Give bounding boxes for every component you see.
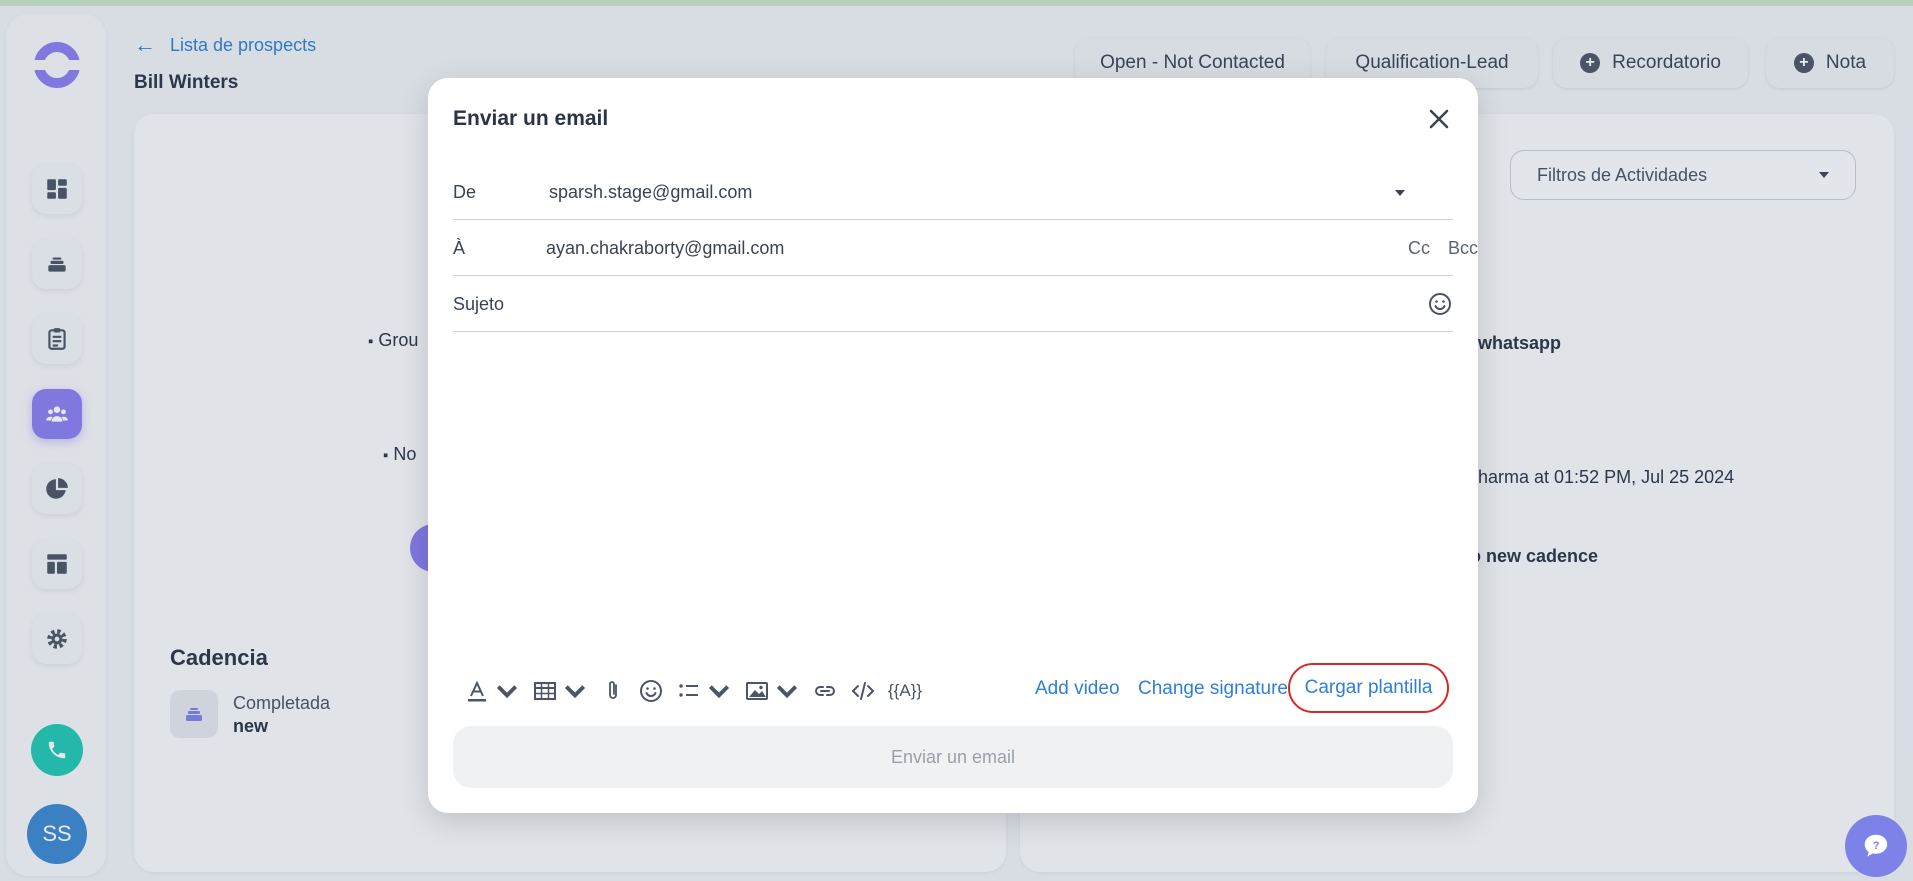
load-template-button[interactable]: Cargar plantilla <box>1288 663 1449 713</box>
subject-label: Sujeto <box>453 294 505 314</box>
load-template-label: Cargar plantilla <box>1304 677 1433 698</box>
close-icon[interactable] <box>1424 104 1454 134</box>
to-label: À <box>453 238 466 258</box>
chevron-down-icon <box>708 685 730 699</box>
list-button[interactable] <box>676 678 732 704</box>
text-color-button[interactable] <box>464 678 520 704</box>
caret-down-icon[interactable] <box>1395 190 1405 196</box>
chevron-down-icon <box>776 685 798 699</box>
from-select[interactable]: sparsh.stage@gmail.com <box>549 182 752 203</box>
attachment-button[interactable] <box>600 678 626 704</box>
table-icon <box>534 682 556 700</box>
help-chat-button[interactable]: ? <box>1845 815 1907 877</box>
help-icon: ? <box>1864 834 1888 857</box>
code-icon <box>851 682 875 700</box>
bulleted-list-icon <box>679 684 698 697</box>
link-icon <box>815 686 835 696</box>
email-body-editor[interactable] <box>453 338 1453 658</box>
send-email-button[interactable]: Enviar un email <box>453 726 1453 788</box>
variables-button[interactable]: {{A}} <box>888 681 922 701</box>
image-icon <box>746 682 768 700</box>
subject-input[interactable] <box>546 294 1326 316</box>
table-button[interactable] <box>532 678 588 704</box>
editor-toolbar: {{A}} <box>464 673 934 709</box>
subject-row: Sujeto <box>453 276 1453 332</box>
send-email-modal: Enviar un email De sparsh.stage@gmail.co… <box>428 78 1478 813</box>
change-signature-button[interactable]: Change signature <box>1138 678 1288 700</box>
text-color-icon <box>468 680 486 702</box>
cc-button[interactable]: Cc <box>1408 238 1430 259</box>
link-button[interactable] <box>812 678 838 704</box>
bcc-button[interactable]: Bcc <box>1448 238 1478 259</box>
emoji-icon <box>640 680 662 702</box>
emoji-button[interactable] <box>638 678 664 704</box>
paperclip-icon <box>609 681 617 699</box>
from-label: De <box>453 182 477 202</box>
send-email-label: Enviar un email <box>890 746 1016 767</box>
from-row: De sparsh.stage@gmail.com <box>453 164 1453 220</box>
to-row: À ayan.chakraborty@gmail.com Cc Bcc <box>453 220 1478 276</box>
svg-text:?: ? <box>1873 840 1880 852</box>
to-field[interactable]: ayan.chakraborty@gmail.com <box>546 238 784 259</box>
chevron-down-icon <box>496 685 518 699</box>
chevron-down-icon <box>564 685 586 699</box>
add-video-button[interactable]: Add video <box>1035 678 1120 700</box>
variables-label: {{A}} <box>888 681 923 700</box>
emoji-icon[interactable] <box>1427 291 1453 317</box>
image-button[interactable] <box>744 678 800 704</box>
code-button[interactable] <box>850 678 876 704</box>
modal-title: Enviar un email <box>453 107 609 130</box>
